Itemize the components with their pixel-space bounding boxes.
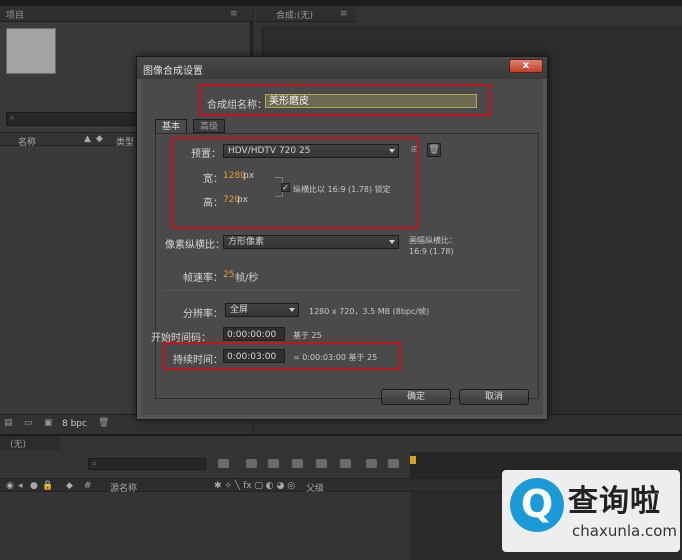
eye-icon[interactable]: ◉: [6, 481, 14, 491]
ok-button[interactable]: 确定: [381, 389, 451, 405]
search-icon: ⌕: [92, 459, 98, 469]
frame-rate-value[interactable]: 25: [223, 270, 234, 280]
column-source-name[interactable]: 源名称: [110, 481, 137, 494]
interpret-footage-icon[interactable]: ▤: [4, 418, 13, 428]
watermark-url: chaxunla.com: [572, 522, 677, 540]
composition-tab[interactable]: 合成:(无) ≡: [256, 6, 356, 22]
live-update-icon[interactable]: [246, 459, 257, 468]
label-tag-icon[interactable]: ◆: [96, 134, 103, 144]
tab-advanced[interactable]: 高级: [193, 119, 226, 133]
sort-arrow-icon[interactable]: ▲: [84, 134, 91, 144]
watermark-name: 查询啦: [568, 484, 661, 519]
dialog-body: 合成组名称： 美形磨皮 基本 高级 预置： HDV/HDTV 720 25 ⊞ …: [141, 79, 543, 415]
layer-number-icon: #: [84, 481, 92, 491]
frame-aspect-value: 16:9 (1.78): [409, 247, 454, 256]
project-panel-tab[interactable]: 项目 ≡: [0, 6, 252, 22]
tab-menu-icon[interactable]: ≡: [340, 9, 348, 19]
new-comp-icon[interactable]: ▣: [44, 418, 53, 428]
timeline-search-input[interactable]: ⌕: [88, 458, 206, 470]
composition-settings-dialog: 图像合成设置 x 合成组名称： 美形磨皮 基本 高级 预置： HDV/HDTV …: [136, 56, 548, 420]
column-type[interactable]: 类型: [116, 135, 134, 148]
watermark: Q 查询啦 chaxunla.com: [502, 470, 680, 552]
resolution-value: 全屏: [230, 305, 249, 315]
section-divider: [163, 290, 523, 291]
pixel-aspect-select[interactable]: 方形像素: [223, 235, 399, 249]
draft-3d-icon[interactable]: [268, 459, 279, 468]
frame-aspect-label: 画幅纵横比：: [409, 236, 457, 245]
frame-rate-label: 帧速率：: [183, 273, 223, 284]
project-tab-label: 项目: [6, 11, 25, 21]
highlight-box-preset: [171, 137, 419, 229]
resolution-label: 分辨率：: [183, 309, 223, 320]
label-icon[interactable]: ◆: [66, 481, 73, 491]
pixel-aspect-value: 方形像素: [228, 237, 265, 247]
composition-tab-label: 合成:(无): [276, 11, 314, 21]
current-time-indicator[interactable]: [410, 456, 416, 464]
dialog-title: 图像合成设置: [143, 66, 203, 77]
timeline-switches-toolbar: [218, 459, 408, 471]
highlight-box-duration: [163, 342, 401, 370]
resolution-info: 1280 x 720，3.5 MB (8bpc/帧): [309, 307, 430, 316]
bpc-label[interactable]: 8 bpc: [62, 419, 87, 429]
graph-editor-icon[interactable]: [366, 459, 377, 468]
audio-icon[interactable]: ◂: [18, 481, 23, 491]
delete-preset-icon[interactable]: 🗑: [427, 143, 441, 157]
pixel-aspect-label: 像素纵横比：: [165, 240, 225, 251]
dialog-titlebar[interactable]: 图像合成设置 x: [137, 57, 547, 79]
frame-rate-unit: 帧/秒: [235, 273, 259, 284]
new-folder-icon[interactable]: ▭: [24, 418, 33, 428]
column-name[interactable]: 名称: [18, 135, 36, 148]
timeline-tab-label: (无): [10, 440, 27, 450]
highlight-box-name: [199, 84, 491, 116]
column-parent[interactable]: 父级: [306, 481, 324, 494]
start-timecode-info: 基于 25: [293, 331, 322, 340]
watermark-logo-letter: Q: [520, 482, 554, 526]
search-icon: ⌕: [10, 113, 16, 123]
comp-mini-flowchart-icon[interactable]: [218, 459, 229, 468]
motion-blur-icon[interactable]: [340, 459, 351, 468]
layer-switches-icon[interactable]: ✱ ✧ ╲ fx ▢ ◐ ◕ ◎: [214, 481, 295, 491]
project-thumbnail: [6, 28, 56, 74]
frame-blending-icon[interactable]: [316, 459, 327, 468]
brainstorm-icon[interactable]: [388, 459, 399, 468]
solo-icon[interactable]: ●: [30, 481, 38, 491]
chevron-down-icon: [289, 308, 295, 312]
panel-menu-icon[interactable]: ≡: [230, 9, 238, 19]
cancel-button[interactable]: 取消: [459, 389, 529, 405]
hide-shy-layers-icon[interactable]: [292, 459, 303, 468]
lock-icon[interactable]: 🔒: [42, 481, 53, 491]
timeline-tab[interactable]: (无): [0, 436, 60, 450]
tab-basic[interactable]: 基本: [155, 119, 188, 133]
close-button[interactable]: x: [509, 59, 543, 73]
trash-icon[interactable]: 🗑: [98, 418, 109, 428]
start-timecode-input[interactable]: 0:00:00:00: [223, 327, 285, 341]
chevron-down-icon: [389, 240, 395, 244]
resolution-select[interactable]: 全屏: [225, 303, 299, 317]
